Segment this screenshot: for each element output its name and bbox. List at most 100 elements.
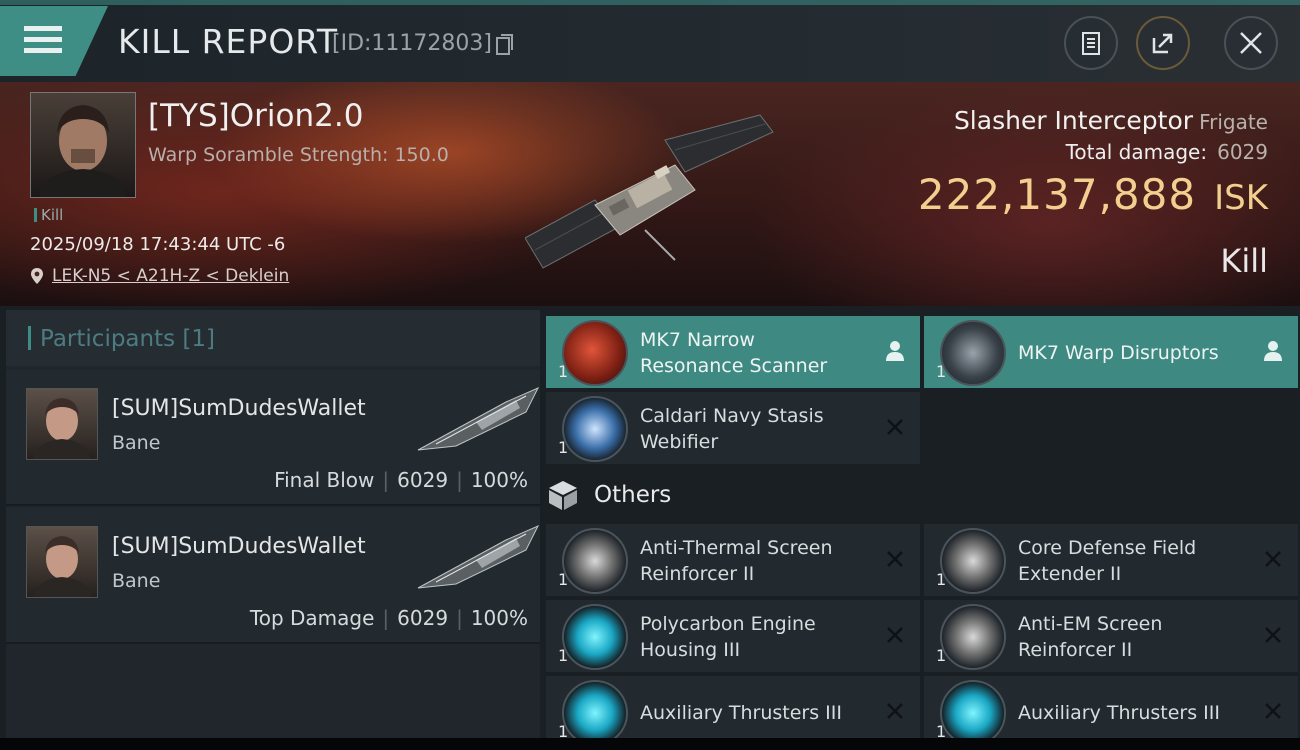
module-name-line: Core Defense Field xyxy=(1018,537,1197,559)
module-quantity: 1 xyxy=(558,646,569,665)
module-name-line: Housing III xyxy=(640,639,741,661)
total-damage-label: Total damage: xyxy=(1065,140,1208,164)
victim-ship-image xyxy=(525,114,774,269)
module-name-line: Webifier xyxy=(640,431,719,453)
menu-button[interactable] xyxy=(0,6,108,76)
ship-name[interactable]: Slasher Interceptor Frigate xyxy=(954,106,1268,135)
close-icon[interactable] xyxy=(882,698,908,724)
module-item[interactable]: 1 MK7 Warp Disruptors xyxy=(924,316,1298,388)
module-item[interactable]: 1 Auxiliary Thrusters III xyxy=(924,676,1298,738)
screen-reinforcer-module-icon xyxy=(562,528,628,594)
participant-percent: 100% xyxy=(470,468,528,492)
copy-icon[interactable] xyxy=(496,34,514,56)
header-accent-line xyxy=(0,0,1300,5)
engine-housing-module-icon xyxy=(562,604,628,670)
module-item[interactable]: 1 MK7 Narrow Resonance Scanner xyxy=(546,316,920,388)
close-icon[interactable] xyxy=(882,414,908,440)
isk-value: 222,137,888 ISK xyxy=(918,170,1268,219)
module-quantity: 1 xyxy=(936,722,947,738)
module-quantity: 1 xyxy=(558,570,569,589)
kill-tag-label: Kill xyxy=(41,206,64,224)
participants-header-marker xyxy=(28,326,31,350)
participants-title-text: Participants xyxy=(40,326,176,352)
participant-card[interactable]: [SUM]SumDudesWallet Bane Top Damage | 6029… xyxy=(6,508,540,644)
participant-stats: Top Damage | 6029 | 100% xyxy=(250,606,528,630)
avatar xyxy=(39,105,127,197)
module-item[interactable]: 1 Anti-EM Screen Reinforcer II xyxy=(924,600,1298,672)
stat-separator: | xyxy=(382,468,390,492)
close-icon[interactable] xyxy=(882,546,908,572)
module-name-line: Resonance Scanner xyxy=(640,355,828,377)
stasis-webifier-module-icon xyxy=(562,396,628,462)
participant-name: [SUM]SumDudesWallet xyxy=(112,534,366,559)
participant-ship-image xyxy=(417,524,540,589)
screen-reinforcer-module-icon xyxy=(940,604,1006,670)
module-item[interactable]: 1 Polycarbon Engine Housing III xyxy=(546,600,920,672)
module-item[interactable]: 1 Caldari Navy Stasis Webifier xyxy=(546,392,920,464)
close-icon[interactable] xyxy=(1260,698,1286,724)
page-title: KILL REPORT xyxy=(118,22,338,61)
report-id: [ID:11172803] xyxy=(332,31,492,56)
module-name: Anti-Thermal Screen Reinforcer II xyxy=(640,535,833,587)
screen-bottom-edge xyxy=(0,738,1300,750)
module-quantity: 1 xyxy=(558,362,569,381)
module-name-line: Polycarbon Engine xyxy=(640,613,816,635)
location-link[interactable]: LEK-N5 < A21H-Z < Deklein xyxy=(30,266,289,286)
close-icon[interactable] xyxy=(882,622,908,648)
module-quantity: 1 xyxy=(936,646,947,665)
kill-tag: Kill xyxy=(34,206,63,224)
participant-ship-image xyxy=(417,386,540,451)
participants-count: [1] xyxy=(182,326,216,352)
stat-separator: | xyxy=(382,606,390,630)
module-name-line: Reinforcer II xyxy=(640,563,755,585)
participant-portrait xyxy=(33,536,91,597)
kill-tag-marker xyxy=(34,208,37,222)
pilot-icon[interactable] xyxy=(1260,338,1286,364)
module-name: Caldari Navy Stasis Webifier xyxy=(640,403,824,455)
module-quantity: 1 xyxy=(936,362,947,381)
stat-separator: | xyxy=(456,468,463,492)
kill-datetime: 2025/09/18 17:43:44 UTC -6 xyxy=(30,234,286,255)
ship-class-label: Frigate xyxy=(1199,110,1268,134)
victim-name[interactable]: [TYS]Orion2.0 xyxy=(148,98,363,134)
total-damage: Total damage: 6029 xyxy=(1066,140,1268,164)
clipboard-button[interactable] xyxy=(1064,16,1118,70)
share-icon xyxy=(1152,33,1173,54)
pilot-icon[interactable] xyxy=(882,338,908,364)
module-quantity: 1 xyxy=(558,438,569,457)
isk-amount: 222,137,888 xyxy=(917,170,1197,219)
module-item[interactable]: 1 Anti-Thermal Screen Reinforcer II xyxy=(546,524,920,596)
participant-damage: 6029 xyxy=(397,606,449,630)
participant-damage: 6029 xyxy=(397,468,449,492)
clipboard-icon xyxy=(1082,32,1100,55)
header-bar: KILL REPORT [ID:11172803] xyxy=(0,0,1300,82)
shield-extender-module-icon xyxy=(940,528,1006,594)
participant-card[interactable]: [SUM]SumDudesWallet Bane Final Blow | 6029… xyxy=(6,370,540,506)
close-icon[interactable] xyxy=(1260,546,1286,572)
module-name: MK7 Warp Disruptors xyxy=(1018,340,1219,366)
participant-ship: Bane xyxy=(112,570,161,592)
module-name-line: Anti-Thermal Screen xyxy=(640,537,833,559)
total-damage-value: 6029 xyxy=(1217,140,1268,164)
victim-portrait[interactable] xyxy=(30,92,136,198)
module-name: Auxiliary Thrusters III xyxy=(640,700,842,726)
ship-name-label: Slasher Interceptor xyxy=(953,106,1194,135)
module-name: Polycarbon Engine Housing III xyxy=(640,611,816,663)
module-item[interactable]: 1 Core Defense Field Extender II xyxy=(924,524,1298,596)
module-item[interactable]: 1 Auxiliary Thrusters III xyxy=(546,676,920,738)
module-name: MK7 Narrow Resonance Scanner xyxy=(640,327,827,379)
warp-scramble-strength: Warp Soramble Strength: 150.0 xyxy=(148,144,449,166)
close-button[interactable] xyxy=(1224,16,1278,70)
module-name-line: MK7 Warp Disruptors xyxy=(1018,342,1219,364)
participants-header: Participants [1] xyxy=(6,310,540,366)
participant-role: Top Damage xyxy=(249,606,375,630)
isk-unit: ISK xyxy=(1214,178,1268,218)
avatar[interactable] xyxy=(26,526,98,598)
close-icon[interactable] xyxy=(1260,622,1286,648)
share-button[interactable] xyxy=(1136,16,1190,70)
participant-stats: Final Blow | 6029 | 100% xyxy=(274,468,528,492)
module-name: Auxiliary Thrusters III xyxy=(1018,700,1220,726)
avatar[interactable] xyxy=(26,388,98,460)
module-name: Core Defense Field Extender II xyxy=(1018,535,1196,587)
module-name: Anti-EM Screen Reinforcer II xyxy=(1018,611,1162,663)
